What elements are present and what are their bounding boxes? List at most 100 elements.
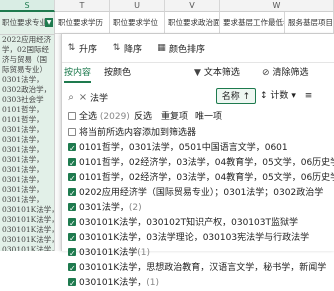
list-item-label: 0101哲学，02经济学，03法学，04教育学，05文学，06历史学: [79, 173, 334, 183]
search-value: 法学: [90, 93, 109, 104]
filter-tabs: 按内容 按颜色 ▼ 文本筛选 ⊘ 清除筛选: [62, 65, 334, 83]
header-cell-s[interactable]: 职位要求专业 ▼: [0, 12, 54, 35]
sort-arrow-icon: ↑: [242, 92, 251, 102]
chevron-down-icon: ▾: [291, 91, 296, 101]
text-filter-button[interactable]: ▼ 文本筛选: [194, 65, 240, 81]
tab-by-color[interactable]: 按颜色: [104, 65, 131, 81]
table-cell[interactable]: 030101K法学，: [0, 205, 54, 215]
sort-desc-button[interactable]: ⇅ 降序: [111, 42, 142, 55]
clear-filter-button[interactable]: ⊘ 清除筛选: [262, 65, 309, 81]
table-cell[interactable]: 济与贸易（国: [0, 55, 54, 65]
list-item[interactable]: 030101K法学，(1): [62, 276, 334, 291]
column-header-w[interactable]: W: [220, 0, 334, 12]
list-item[interactable]: 0301法学，(2): [62, 201, 334, 216]
header-cell-v[interactable]: 职位要求政治面貌: [165, 12, 220, 34]
list-item[interactable]: 030101K法学，030102T知识产权，030103T监狱学: [62, 216, 334, 231]
table-cell[interactable]: 030101K法学，: [0, 225, 54, 235]
list-item-count: (2): [128, 203, 142, 213]
table-cell[interactable]: 030101K法学，: [0, 215, 54, 225]
list-item-label: 030101K法学，030102T知识产权，030103T监狱学: [79, 218, 298, 228]
table-cell[interactable]: 0301法学，: [0, 155, 54, 165]
list-item[interactable]: 0202应用经济学（国际贸易专业）；0301法学；0302政治学: [62, 186, 334, 201]
list-item-label: 030101K法学，: [79, 278, 147, 288]
checkbox-checked-icon: [68, 201, 76, 216]
clear-filter-label: 清除筛选: [272, 68, 309, 78]
select-all-label: 全选: [79, 112, 98, 122]
color-sort-button[interactable]: ▦ 颜色排序: [156, 42, 205, 55]
list-item[interactable]: 0101哲学，0301法学，0501中国语言文学，0601: [62, 141, 334, 156]
count-button[interactable]: ↕ 计数 ▾ ≡: [260, 88, 312, 104]
table-cell[interactable]: 0301法学，: [0, 145, 54, 155]
table-cell[interactable]: 0301法学，: [0, 135, 54, 145]
count-label: 计数: [270, 91, 289, 101]
table-cell[interactable]: 0301法学，: [0, 175, 54, 185]
filter-panel: ⇅ 升序 ⇅ 降序 ▦ 颜色排序 按内容 按颜色 ▼ 文本筛选 ⊘ 清除筛选 ⌕…: [61, 34, 334, 291]
column-header-v[interactable]: V: [165, 0, 220, 12]
tab-by-content[interactable]: 按内容: [64, 65, 92, 83]
table-cell[interactable]: 030101K法学，: [0, 245, 54, 251]
table-cell[interactable]: 学，02国际经: [0, 45, 54, 55]
header-cell-x[interactable]: 服务基层项目: [285, 12, 334, 34]
count-icon: ↕: [260, 91, 268, 101]
sort-asc-label: 升序: [79, 44, 98, 55]
header-cell-u[interactable]: 职位要求学位: [110, 12, 165, 34]
table-cell[interactable]: 0101哲学，: [0, 115, 54, 125]
search-input[interactable]: ⌕ × 法学: [64, 88, 204, 106]
select-all-count: (2029): [99, 112, 130, 122]
list-item[interactable]: 0101哲学，02经济学，03法学，04教育学，05文学，06历史学: [62, 171, 334, 186]
add-to-filter-label: 将当前所选内容添加到筛选器: [79, 128, 197, 138]
header-cell-w[interactable]: 要求基层工作最低年限: [220, 12, 285, 34]
unique-button[interactable]: 唯一项: [195, 111, 222, 123]
column-header-s[interactable]: S: [0, 0, 55, 12]
sort-toolbar: ⇅ 升序 ⇅ 降序 ▦ 颜色排序: [62, 40, 215, 56]
sort-asc-icon: ⇅: [67, 43, 76, 53]
table-cell[interactable]: 0301法学，: [0, 75, 54, 85]
column-header-u[interactable]: U: [110, 0, 165, 12]
checkbox-icon: [68, 111, 76, 120]
table-cell[interactable]: 0303社会学: [0, 95, 54, 105]
list-item-label: 0101哲学，02经济学，03法学，04教育学，05文学，06历史学: [79, 158, 334, 168]
duplicates-button[interactable]: 重复项: [161, 111, 188, 123]
checkbox-checked-icon: [68, 156, 76, 171]
list-item[interactable]: 030101K法学，03法学理论，030103宪法学与行政法学: [62, 231, 334, 246]
table-cell[interactable]: 0301法学，: [0, 165, 54, 175]
filter-dropdown-icon[interactable]: ▼: [45, 18, 53, 27]
list-item[interactable]: 030101K法学，思想政治教育，汉语言文学，秘书学，新闻学: [62, 261, 334, 276]
color-sort-label: 颜色排序: [169, 44, 206, 55]
invert-selection-button[interactable]: 反选: [134, 111, 152, 123]
table-cell[interactable]: 际贸易专业）: [0, 65, 54, 75]
select-all-checkbox[interactable]: 全选 (2029): [68, 111, 130, 123]
color-sort-icon: ▦: [157, 43, 166, 53]
header-cell-t[interactable]: 职位要求学历: [55, 12, 110, 34]
checkbox-checked-icon: [68, 216, 76, 231]
search-icon: ⌕: [68, 91, 74, 103]
list-item-count: (1): [146, 278, 160, 288]
list-item[interactable]: 030101K法学(1): [62, 246, 334, 261]
list-item-label: 0101哲学，0301法学，0501中国语言文学，0601: [79, 143, 288, 153]
clear-search-icon[interactable]: ×: [78, 92, 88, 103]
add-to-filter-checkbox[interactable]: 将当前所选内容添加到筛选器: [62, 126, 334, 141]
sort-by-name-button[interactable]: 名称 ↑: [216, 88, 256, 104]
divider: [62, 62, 334, 63]
checkbox-icon: [68, 127, 76, 136]
list-item-count: (1): [137, 248, 151, 258]
text-filter-label: 文本筛选: [203, 68, 240, 78]
selection-options: 全选 (2029) 反选 重复项 唯一项: [62, 111, 334, 123]
checkbox-checked-icon: [68, 276, 76, 291]
table-cell[interactable]: 0301法学，: [0, 125, 54, 135]
table-cell[interactable]: 0302政治学，: [0, 85, 54, 95]
table-cell[interactable]: 0301法学，: [0, 185, 54, 195]
list-item-label: 0202应用经济学（国际贸易专业）；0301法学；0302政治学: [79, 188, 324, 198]
more-options-icon[interactable]: ≡: [305, 91, 313, 101]
list-item[interactable]: 0101哲学，02经济学，03法学，04教育学，05文学，06历史学: [62, 156, 334, 171]
table-cell[interactable]: 030101K法学，: [0, 235, 54, 245]
column-header-t[interactable]: T: [55, 0, 110, 12]
sort-desc-label: 降序: [124, 44, 143, 55]
list-item-label: 030101K法学，03法学理论，030103宪法学与行政法学: [79, 233, 310, 243]
table-cell[interactable]: 0301法学，: [0, 195, 54, 205]
sort-asc-button[interactable]: ⇅ 升序: [66, 42, 97, 55]
table-cell[interactable]: 0101哲学，: [0, 105, 54, 115]
checkbox-checked-icon: [68, 261, 76, 276]
list-item-label: 0301法学，: [79, 203, 129, 213]
table-cell[interactable]: 2022应用经济: [0, 35, 54, 45]
